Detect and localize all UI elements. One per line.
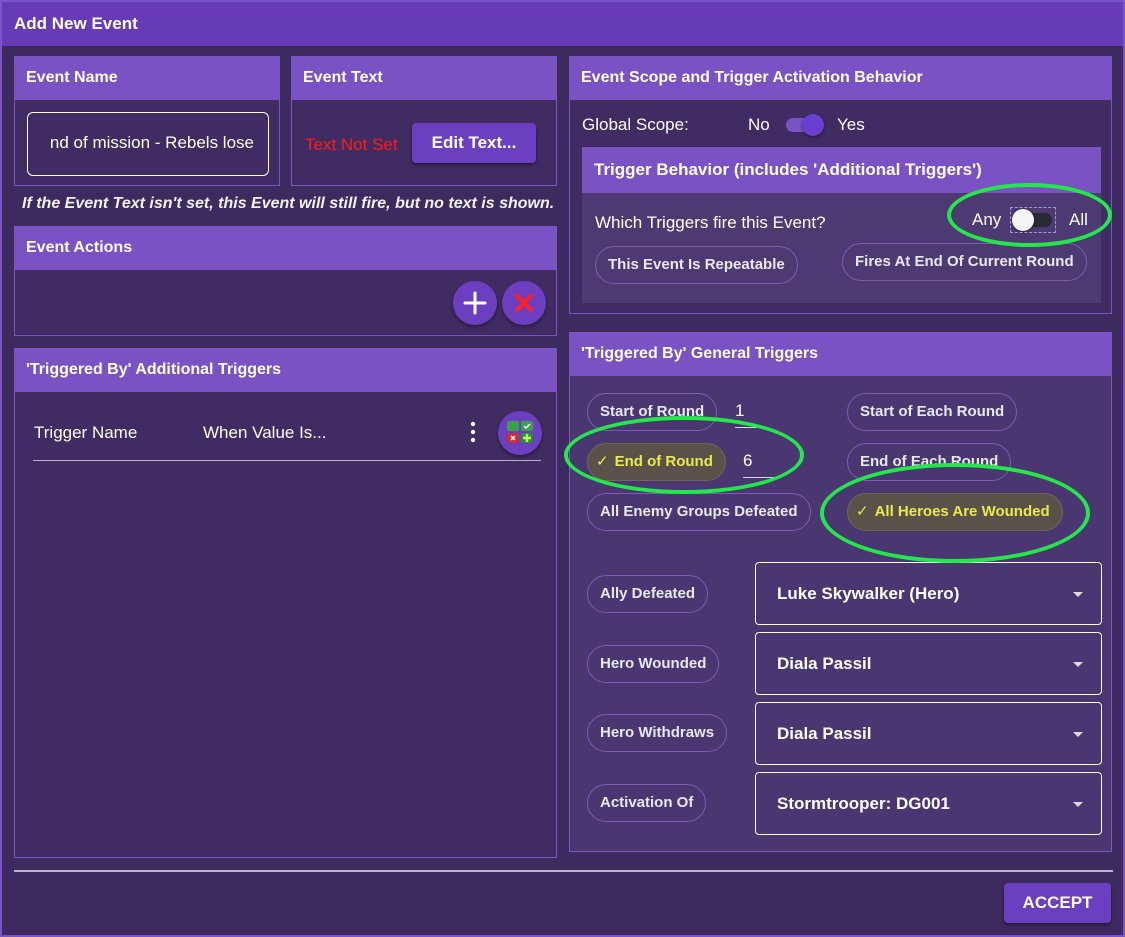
check-icon: ✓ <box>596 453 609 470</box>
chevron-down-icon <box>1073 802 1083 807</box>
all-enemy-defeated-chip[interactable]: All Enemy Groups Defeated <box>587 493 811 531</box>
general-triggers-header: 'Triggered By' General Triggers <box>570 333 1111 376</box>
event-name-input[interactable]: nd of mission - Rebels lose <box>27 112 269 176</box>
trigger-table-divider <box>33 460 541 461</box>
add-action-button[interactable] <box>453 281 497 325</box>
all-label: All <box>1069 210 1088 229</box>
end-of-round-input[interactable]: 6 <box>743 451 781 478</box>
general-triggers-panel: 'Triggered By' General Triggers Start of… <box>569 332 1112 852</box>
dialog-titlebar: Add New Event <box>2 2 1123 46</box>
ally-defeated-chip[interactable]: Ally Defeated <box>587 575 709 613</box>
hero-wounded-chip[interactable]: Hero Wounded <box>587 645 720 683</box>
edit-text-button[interactable]: Edit Text... <box>412 123 536 163</box>
event-text-notice: If the Event Text isn't set, this Event … <box>22 195 555 212</box>
global-scope-yes: Yes <box>837 115 865 134</box>
any-all-toggle[interactable] <box>1010 207 1056 233</box>
ally-defeated-select[interactable]: Luke Skywalker (Hero) <box>755 562 1102 625</box>
start-of-round-chip[interactable]: Start of Round <box>587 393 718 431</box>
trigger-behavior-section: Trigger Behavior (includes 'Additional T… <box>582 147 1101 303</box>
event-actions-header: Event Actions <box>15 227 556 270</box>
end-current-round-chip[interactable]: Fires At End Of Current Round <box>842 243 1087 281</box>
hero-wounded-select[interactable]: Diala Passil <box>755 632 1102 695</box>
close-icon <box>515 294 533 312</box>
start-of-round-input[interactable]: 1 <box>735 401 757 428</box>
hero-withdraws-chip[interactable]: Hero Withdraws <box>587 714 728 752</box>
add-trigger-icon <box>507 421 533 443</box>
chevron-down-icon <box>1073 732 1083 737</box>
global-scope-toggle[interactable] <box>786 113 826 137</box>
trigger-name-column: Trigger Name <box>34 423 138 442</box>
event-name-value: nd of mission - Rebels lose <box>49 133 254 152</box>
global-scope-thumb <box>802 114 824 136</box>
additional-triggers-panel: 'Triggered By' Additional Triggers Trigg… <box>14 348 557 858</box>
dialog-title: Add New Event <box>14 14 138 33</box>
event-text-status: Text Not Set <box>305 135 398 154</box>
global-scope-label: Global Scope: <box>582 115 689 134</box>
when-value-column: When Value Is... <box>203 423 327 442</box>
check-icon: ✓ <box>856 503 869 520</box>
footer-divider <box>14 870 1113 872</box>
more-vert-icon[interactable] <box>467 419 479 445</box>
start-each-round-chip[interactable]: Start of Each Round <box>847 393 1018 431</box>
any-label: Any <box>972 210 1002 229</box>
add-trigger-button[interactable] <box>498 411 542 455</box>
activation-of-chip[interactable]: Activation Of <box>587 784 707 822</box>
event-name-header: Event Name <box>15 57 279 100</box>
all-heroes-wounded-chip[interactable]: ✓ All Heroes Are Wounded <box>847 493 1063 531</box>
any-all-focus <box>1010 207 1056 233</box>
additional-triggers-header: 'Triggered By' Additional Triggers <box>15 349 556 392</box>
end-each-round-chip[interactable]: End of Each Round <box>847 443 1012 481</box>
event-name-panel: Event Name nd of mission - Rebels lose <box>14 56 280 186</box>
add-event-dialog: Add New Event Event Name nd of mission -… <box>0 0 1125 937</box>
which-triggers-label: Which Triggers fire this Event? <box>595 213 826 232</box>
event-scope-header: Event Scope and Trigger Activation Behav… <box>570 57 1111 100</box>
chevron-down-icon <box>1073 592 1083 597</box>
remove-action-button[interactable] <box>502 281 546 325</box>
end-of-round-chip[interactable]: ✓ End of Round <box>587 443 726 481</box>
trigger-behavior-header: Trigger Behavior (includes 'Additional T… <box>582 147 1101 193</box>
activation-of-select[interactable]: Stormtrooper: DG001 <box>755 772 1102 835</box>
plus-icon <box>463 291 487 315</box>
event-scope-panel: Event Scope and Trigger Activation Behav… <box>569 56 1112 314</box>
event-actions-panel: Event Actions <box>14 226 557 336</box>
hero-withdraws-select[interactable]: Diala Passil <box>755 702 1102 765</box>
event-text-panel: Event Text Text Not Set Edit Text... <box>291 56 557 186</box>
event-text-header: Event Text <box>292 57 556 100</box>
chevron-down-icon <box>1073 662 1083 667</box>
accept-button[interactable]: ACCEPT <box>1004 883 1111 923</box>
repeatable-chip[interactable]: This Event Is Repeatable <box>595 246 798 284</box>
global-scope-no: No <box>748 115 770 134</box>
